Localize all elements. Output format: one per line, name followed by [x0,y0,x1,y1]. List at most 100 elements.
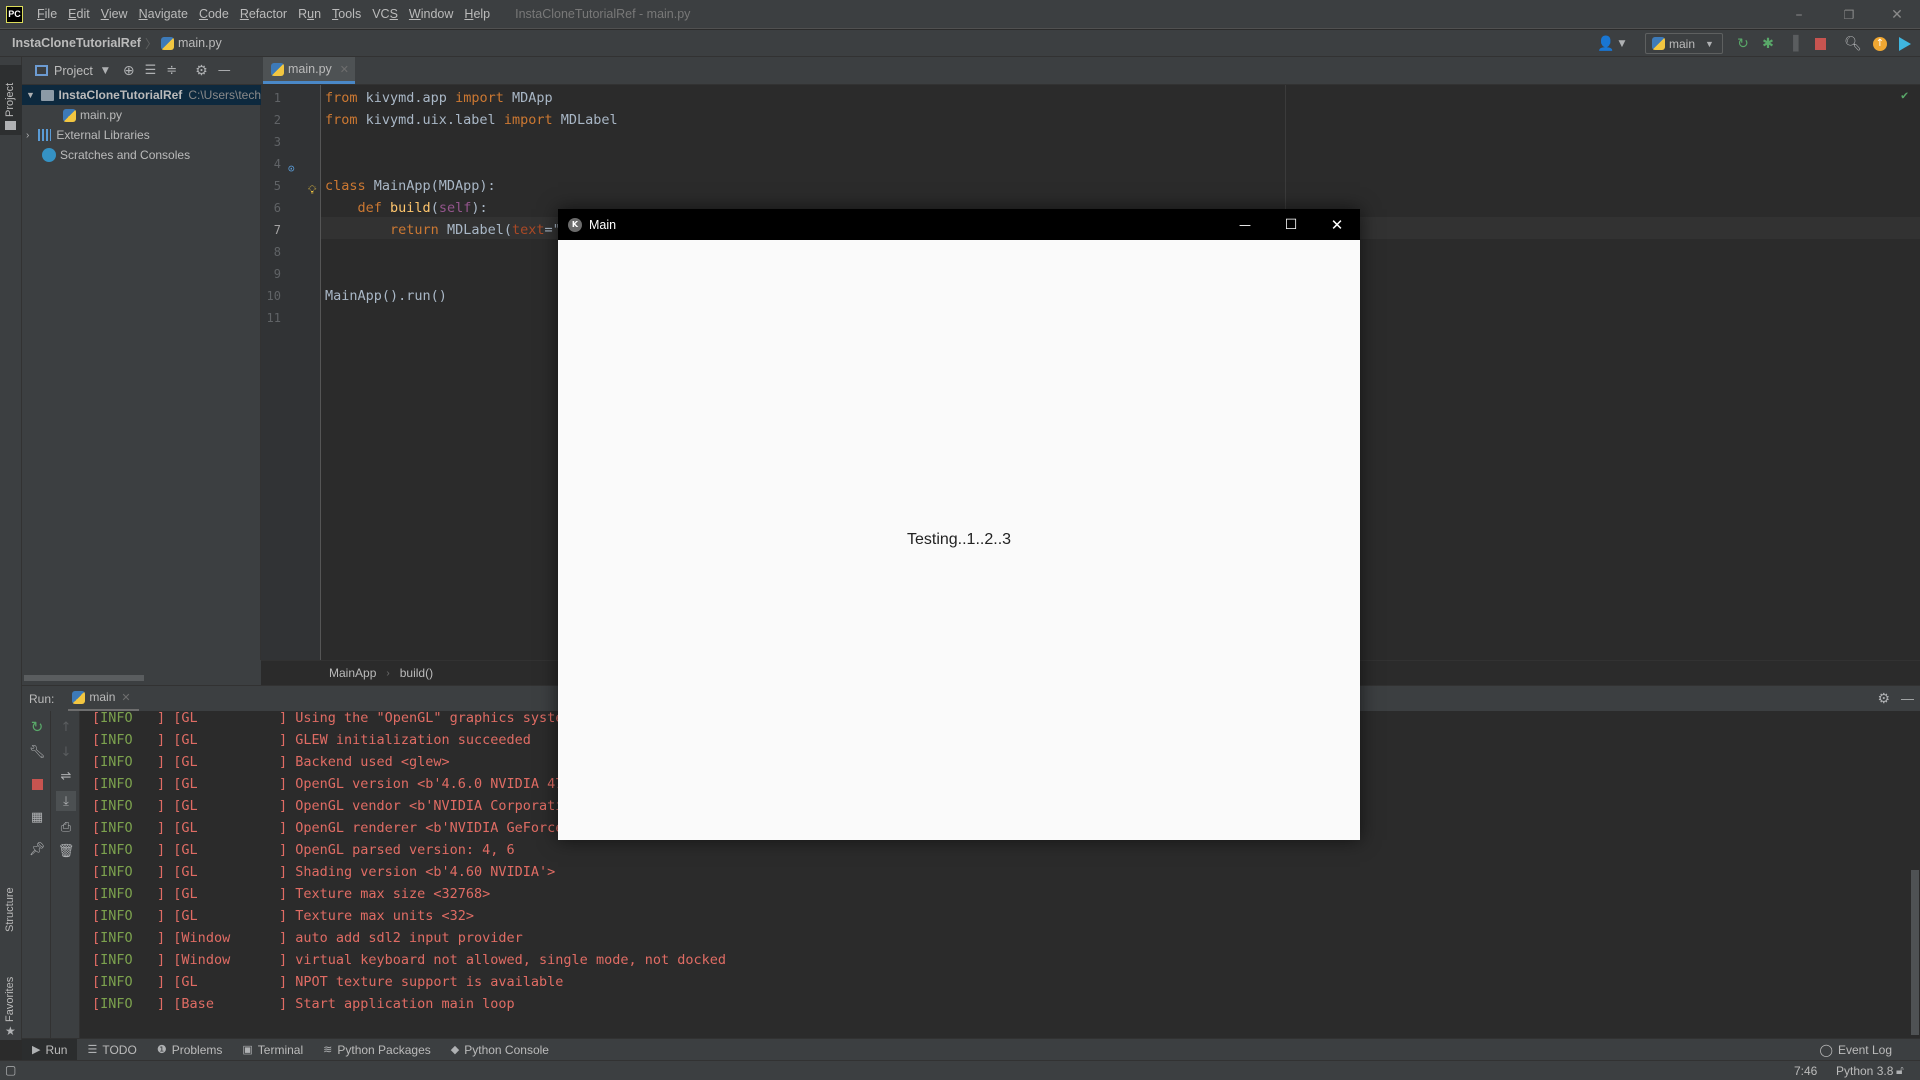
scroll-to-end-icon[interactable]: ⤓ [56,791,76,811]
project-horizontal-scrollbar[interactable] [24,675,144,681]
menu-refactor[interactable]: Refactor [240,7,287,21]
hide-panel-icon[interactable]: — [218,63,231,78]
run-config-dropdown[interactable]: main ▼ [1645,33,1723,54]
stop-icon[interactable] [27,774,47,794]
menu-file[interactable]: File [37,7,57,21]
caret-position[interactable]: 7:46 [1794,1064,1817,1078]
chevron-down-icon[interactable]: ▼ [26,90,35,100]
layout-icon[interactable]: ▦ [27,807,47,827]
rerun-icon[interactable]: ↻ [1733,34,1753,54]
ide-minimize-button[interactable]: – [1776,0,1822,29]
project-view-label[interactable]: Project [54,64,93,78]
tree-item-scratches[interactable]: Scratches and Consoles [22,145,261,165]
project-panel-footer [22,660,261,685]
menu-help[interactable]: Help [464,7,490,21]
line-number: 5 [273,179,281,193]
breadcrumb-class[interactable]: MainApp [329,666,376,680]
menu-navigate[interactable]: Navigate [139,7,188,21]
gear-icon[interactable]: ⚙ [195,63,208,79]
print-icon[interactable]: ⎙ [56,817,76,837]
pin-icon[interactable]: 📌︎ [27,839,47,859]
code-token: MainApp(MDApp): [365,178,496,194]
favorites-tool-tab[interactable]: Favorites ★ [0,962,22,1038]
bottom-tab-todo[interactable]: ☰ TODO [77,1039,146,1061]
menu-run[interactable]: Run [298,7,321,21]
code-token: text [511,222,545,238]
run-config-label: main [1669,36,1696,51]
toggle-tool-windows-icon[interactable]: ▢ [5,1063,16,1077]
menu-code[interactable]: Code [199,7,229,21]
gear-icon[interactable]: ⚙ [1877,690,1890,707]
inspection-ok-icon[interactable]: ✔ [1901,88,1908,102]
kivy-window-titlebar[interactable]: K Main — ☐ ✕ [558,209,1360,240]
jetbrains-toolbox-icon[interactable] [1895,34,1915,54]
code-token: MainApp().run() [325,288,447,304]
tree-item-main-py[interactable]: main.py [22,105,261,125]
tab-main-py[interactable]: main.py ✕ [263,57,355,84]
search-icon[interactable]: 🔍︎ [1843,34,1863,54]
run-tab-main[interactable]: main ✕ [68,686,139,712]
console-line: [INFO ] [GL ] NPOT texture support is av… [92,974,564,990]
menu-window[interactable]: Window [409,7,453,21]
lock-icon[interactable]: 🔓︎ [1896,1063,1904,1078]
interpreter-status[interactable]: Python 3.8 [1836,1064,1893,1078]
structure-tool-tab[interactable]: Structure [0,872,22,952]
chevron-down-icon[interactable]: ▼ [102,66,109,76]
event-log-button[interactable]: ◯ Event Log [1820,1039,1892,1061]
code-line: return MDLabel(text=" [325,219,561,241]
trash-icon[interactable]: 🗑︎ [56,841,76,861]
kivy-minimize-button[interactable]: — [1222,209,1268,240]
kivy-close-button[interactable]: ✕ [1314,209,1360,240]
event-log-label: Event Log [1837,1043,1892,1057]
hide-panel-icon[interactable]: — [1901,691,1914,706]
log-level: INFO [100,711,158,726]
console-scrollbar[interactable] [1911,870,1919,1035]
debug-icon[interactable]: ✱ [1758,34,1778,54]
bottom-tab-python-packages[interactable]: ≋ Python Packages [313,1039,441,1061]
breadcrumb-file[interactable]: main.py [178,36,222,50]
ide-close-button[interactable]: ✕ [1874,0,1920,29]
tree-item-project-root[interactable]: ▼ InstaCloneTutorialRef C:\Users\tech [22,85,261,105]
menu-tools[interactable]: Tools [332,7,361,21]
locate-icon[interactable]: ⊕ [123,63,135,79]
bottom-tab-label: Run [45,1042,68,1057]
menu-view[interactable]: View [101,7,128,21]
menu-edit[interactable]: Edit [68,7,90,21]
menu-vcs[interactable]: VCS [372,7,398,21]
bottom-tab-python-console[interactable]: ◆ Python Console [441,1039,559,1061]
bottom-tab-problems[interactable]: ❶ Problems [147,1039,233,1061]
breadcrumb-project[interactable]: InstaCloneTutorialRef [12,36,141,50]
console-line: [INFO ] [GL ] Using the "OpenGL" graphic… [92,711,572,726]
close-tab-icon[interactable]: ✕ [121,691,130,704]
close-tab-icon[interactable]: ✕ [340,63,349,76]
code-token: from [325,90,358,106]
bottom-tab-terminal[interactable]: ▣ Terminal [232,1039,313,1061]
line-number: 2 [273,113,281,127]
update-icon[interactable]: ↑ [1870,34,1890,54]
expand-all-icon[interactable]: ☰ [145,63,157,78]
breadcrumb-method[interactable]: build() [400,666,433,680]
kivy-maximize-button[interactable]: ☐ [1268,209,1314,240]
menu-items: File Edit View Navigate Code Refactor Run Tools… [37,7,501,21]
kivy-app-window[interactable]: K Main — ☐ ✕ Testing..1..2..3 [558,209,1360,840]
console-line: [INFO ] [GL ] OpenGL parsed version: 4, … [92,842,515,858]
chevron-right-icon[interactable]: › [26,130,29,141]
wrench-icon[interactable]: 🔧︎ [27,742,47,762]
lightbulb-icon[interactable]: 💡︎ [308,183,316,198]
project-tool-tab[interactable]: Project [0,65,22,135]
console-line: [INFO ] [GL ] OpenGL vendor <b'NVIDIA Co… [92,798,596,814]
arrow-down-icon[interactable]: ↓ [56,742,76,762]
override-marker-icon[interactable]: ⊙ [288,162,295,175]
arrow-up-icon[interactable]: ↑ [56,717,76,737]
soft-wrap-icon[interactable]: ⇌ [56,766,76,786]
rerun-icon[interactable]: ↻ [27,717,47,737]
stop-icon[interactable] [1810,34,1830,54]
tree-item-label: Scratches and Consoles [60,148,191,162]
coverage-icon[interactable]: ▐ [1783,34,1803,54]
collapse-all-icon[interactable]: ≑ [166,63,177,78]
bottom-tab-run[interactable]: ▶ Run [22,1038,78,1061]
user-dropdown-icon[interactable]: ▼ [1612,34,1632,54]
ide-restore-button[interactable]: ❐ [1826,0,1872,29]
favorites-tool-tab-label: Favorites [4,976,16,1022]
tree-item-external-libraries[interactable]: › External Libraries [22,125,261,145]
